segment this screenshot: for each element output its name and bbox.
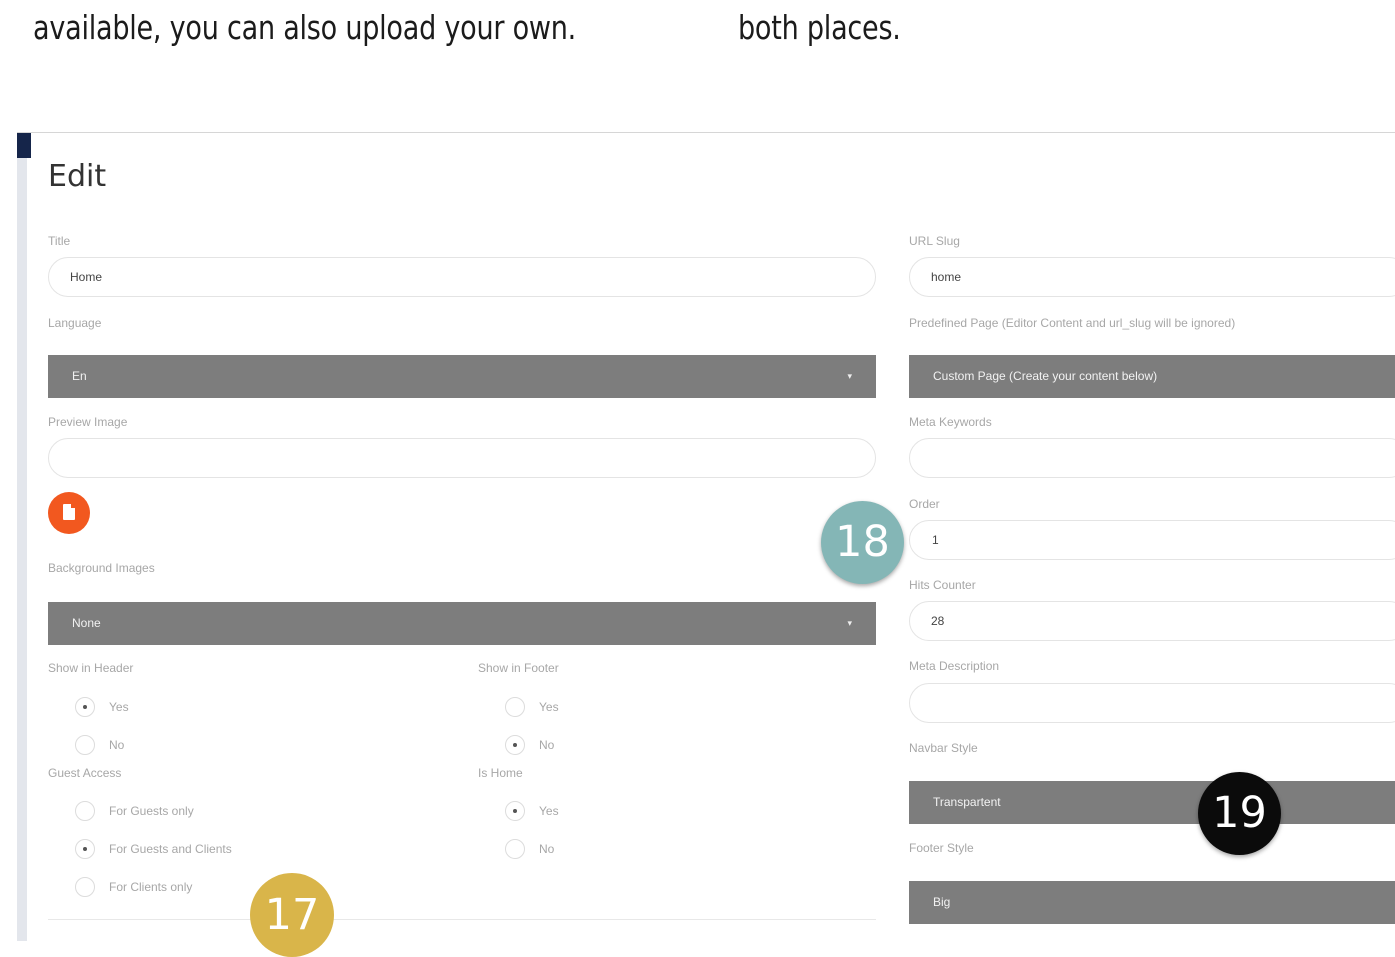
background-images-value: None bbox=[72, 616, 101, 630]
hits-counter-input[interactable]: 28 bbox=[909, 601, 1395, 641]
show-in-header-no-radio[interactable] bbox=[75, 735, 95, 755]
meta-keywords-input[interactable] bbox=[909, 438, 1395, 478]
language-label: Language bbox=[48, 316, 102, 330]
order-input[interactable]: 1 bbox=[909, 520, 1395, 560]
hits-counter-label: Hits Counter bbox=[909, 578, 976, 592]
show-in-footer-no-label: No bbox=[539, 738, 555, 752]
callout-badge-19: 19 bbox=[1198, 772, 1281, 855]
language-value: En bbox=[72, 369, 87, 383]
meta-description-label: Meta Description bbox=[909, 659, 1000, 673]
background-images-select[interactable]: None ▾ bbox=[48, 602, 876, 645]
guest-access-guests-and-clients-label: For Guests and Clients bbox=[109, 842, 232, 856]
show-in-footer-yes-label: Yes bbox=[539, 700, 559, 714]
title-label: Title bbox=[48, 234, 71, 248]
mouse-cursor-icon: ☚ bbox=[91, 514, 101, 526]
navbar-style-select[interactable]: Transpartent bbox=[909, 781, 1395, 824]
show-in-footer-no-radio[interactable] bbox=[505, 735, 525, 755]
show-in-header-yes-label: Yes bbox=[109, 700, 129, 714]
form-divider bbox=[48, 919, 876, 920]
is-home-yes-label: Yes bbox=[539, 804, 559, 818]
show-in-header-label: Show in Header bbox=[48, 661, 134, 675]
footer-style-select[interactable]: Big bbox=[909, 881, 1395, 924]
footer-style-label: Footer Style bbox=[909, 841, 974, 855]
guest-access-clients-only-label: For Clients only bbox=[109, 880, 193, 894]
caret-down-icon: ▾ bbox=[847, 618, 852, 628]
guest-access-guests-only-label: For Guests only bbox=[109, 804, 194, 818]
url-slug-input[interactable]: home bbox=[909, 257, 1395, 297]
file-icon bbox=[63, 504, 75, 520]
predefined-page-label: Predefined Page (Editor Content and url_… bbox=[909, 316, 1236, 330]
document-text-right: both places. bbox=[738, 8, 901, 47]
meta-keywords-label: Meta Keywords bbox=[909, 415, 992, 429]
callout-badge-18: 18 bbox=[821, 501, 904, 584]
frame-sidebar-strip bbox=[17, 158, 27, 941]
guest-access-label: Guest Access bbox=[48, 766, 122, 780]
is-home-no-label: No bbox=[539, 842, 555, 856]
predefined-page-value: Custom Page (Create your content below) bbox=[933, 369, 1158, 383]
guest-access-guests-and-clients-radio[interactable] bbox=[75, 839, 95, 859]
is-home-yes-radio[interactable] bbox=[505, 801, 525, 821]
is-home-no-radio[interactable] bbox=[505, 839, 525, 859]
predefined-page-select[interactable]: Custom Page (Create your content below) bbox=[909, 355, 1395, 398]
upload-button[interactable] bbox=[48, 492, 90, 534]
is-home-label: Is Home bbox=[478, 766, 523, 780]
guest-access-clients-only-radio[interactable] bbox=[75, 877, 95, 897]
caret-down-icon: ▾ bbox=[847, 371, 852, 381]
show-in-footer-yes-radio[interactable] bbox=[505, 697, 525, 717]
navbar-style-value: Transpartent bbox=[933, 795, 1001, 809]
guest-access-guests-only-radio[interactable] bbox=[75, 801, 95, 821]
url-slug-label: URL Slug bbox=[909, 234, 960, 248]
preview-image-input[interactable] bbox=[48, 438, 876, 478]
title-input[interactable]: Home bbox=[48, 257, 876, 297]
order-label: Order bbox=[909, 497, 940, 511]
show-in-footer-label: Show in Footer bbox=[478, 661, 559, 675]
navbar-style-label: Navbar Style bbox=[909, 741, 978, 755]
page-title: Edit bbox=[48, 159, 107, 194]
preview-image-label: Preview Image bbox=[48, 415, 128, 429]
footer-style-value: Big bbox=[933, 895, 951, 909]
show-in-header-no-label: No bbox=[109, 738, 125, 752]
background-images-label: Background Images bbox=[48, 561, 155, 575]
meta-description-input[interactable] bbox=[909, 683, 1395, 723]
document-text-left: available, you can also upload your own. bbox=[33, 8, 577, 47]
show-in-header-yes-radio[interactable] bbox=[75, 697, 95, 717]
frame-accent bbox=[17, 133, 31, 158]
callout-badge-17: 17 bbox=[250, 873, 334, 957]
edit-page-screenshot: Edit Title Home Language En ▾ ☚ Preview … bbox=[17, 132, 1395, 941]
language-select[interactable]: En ▾ bbox=[48, 355, 876, 398]
